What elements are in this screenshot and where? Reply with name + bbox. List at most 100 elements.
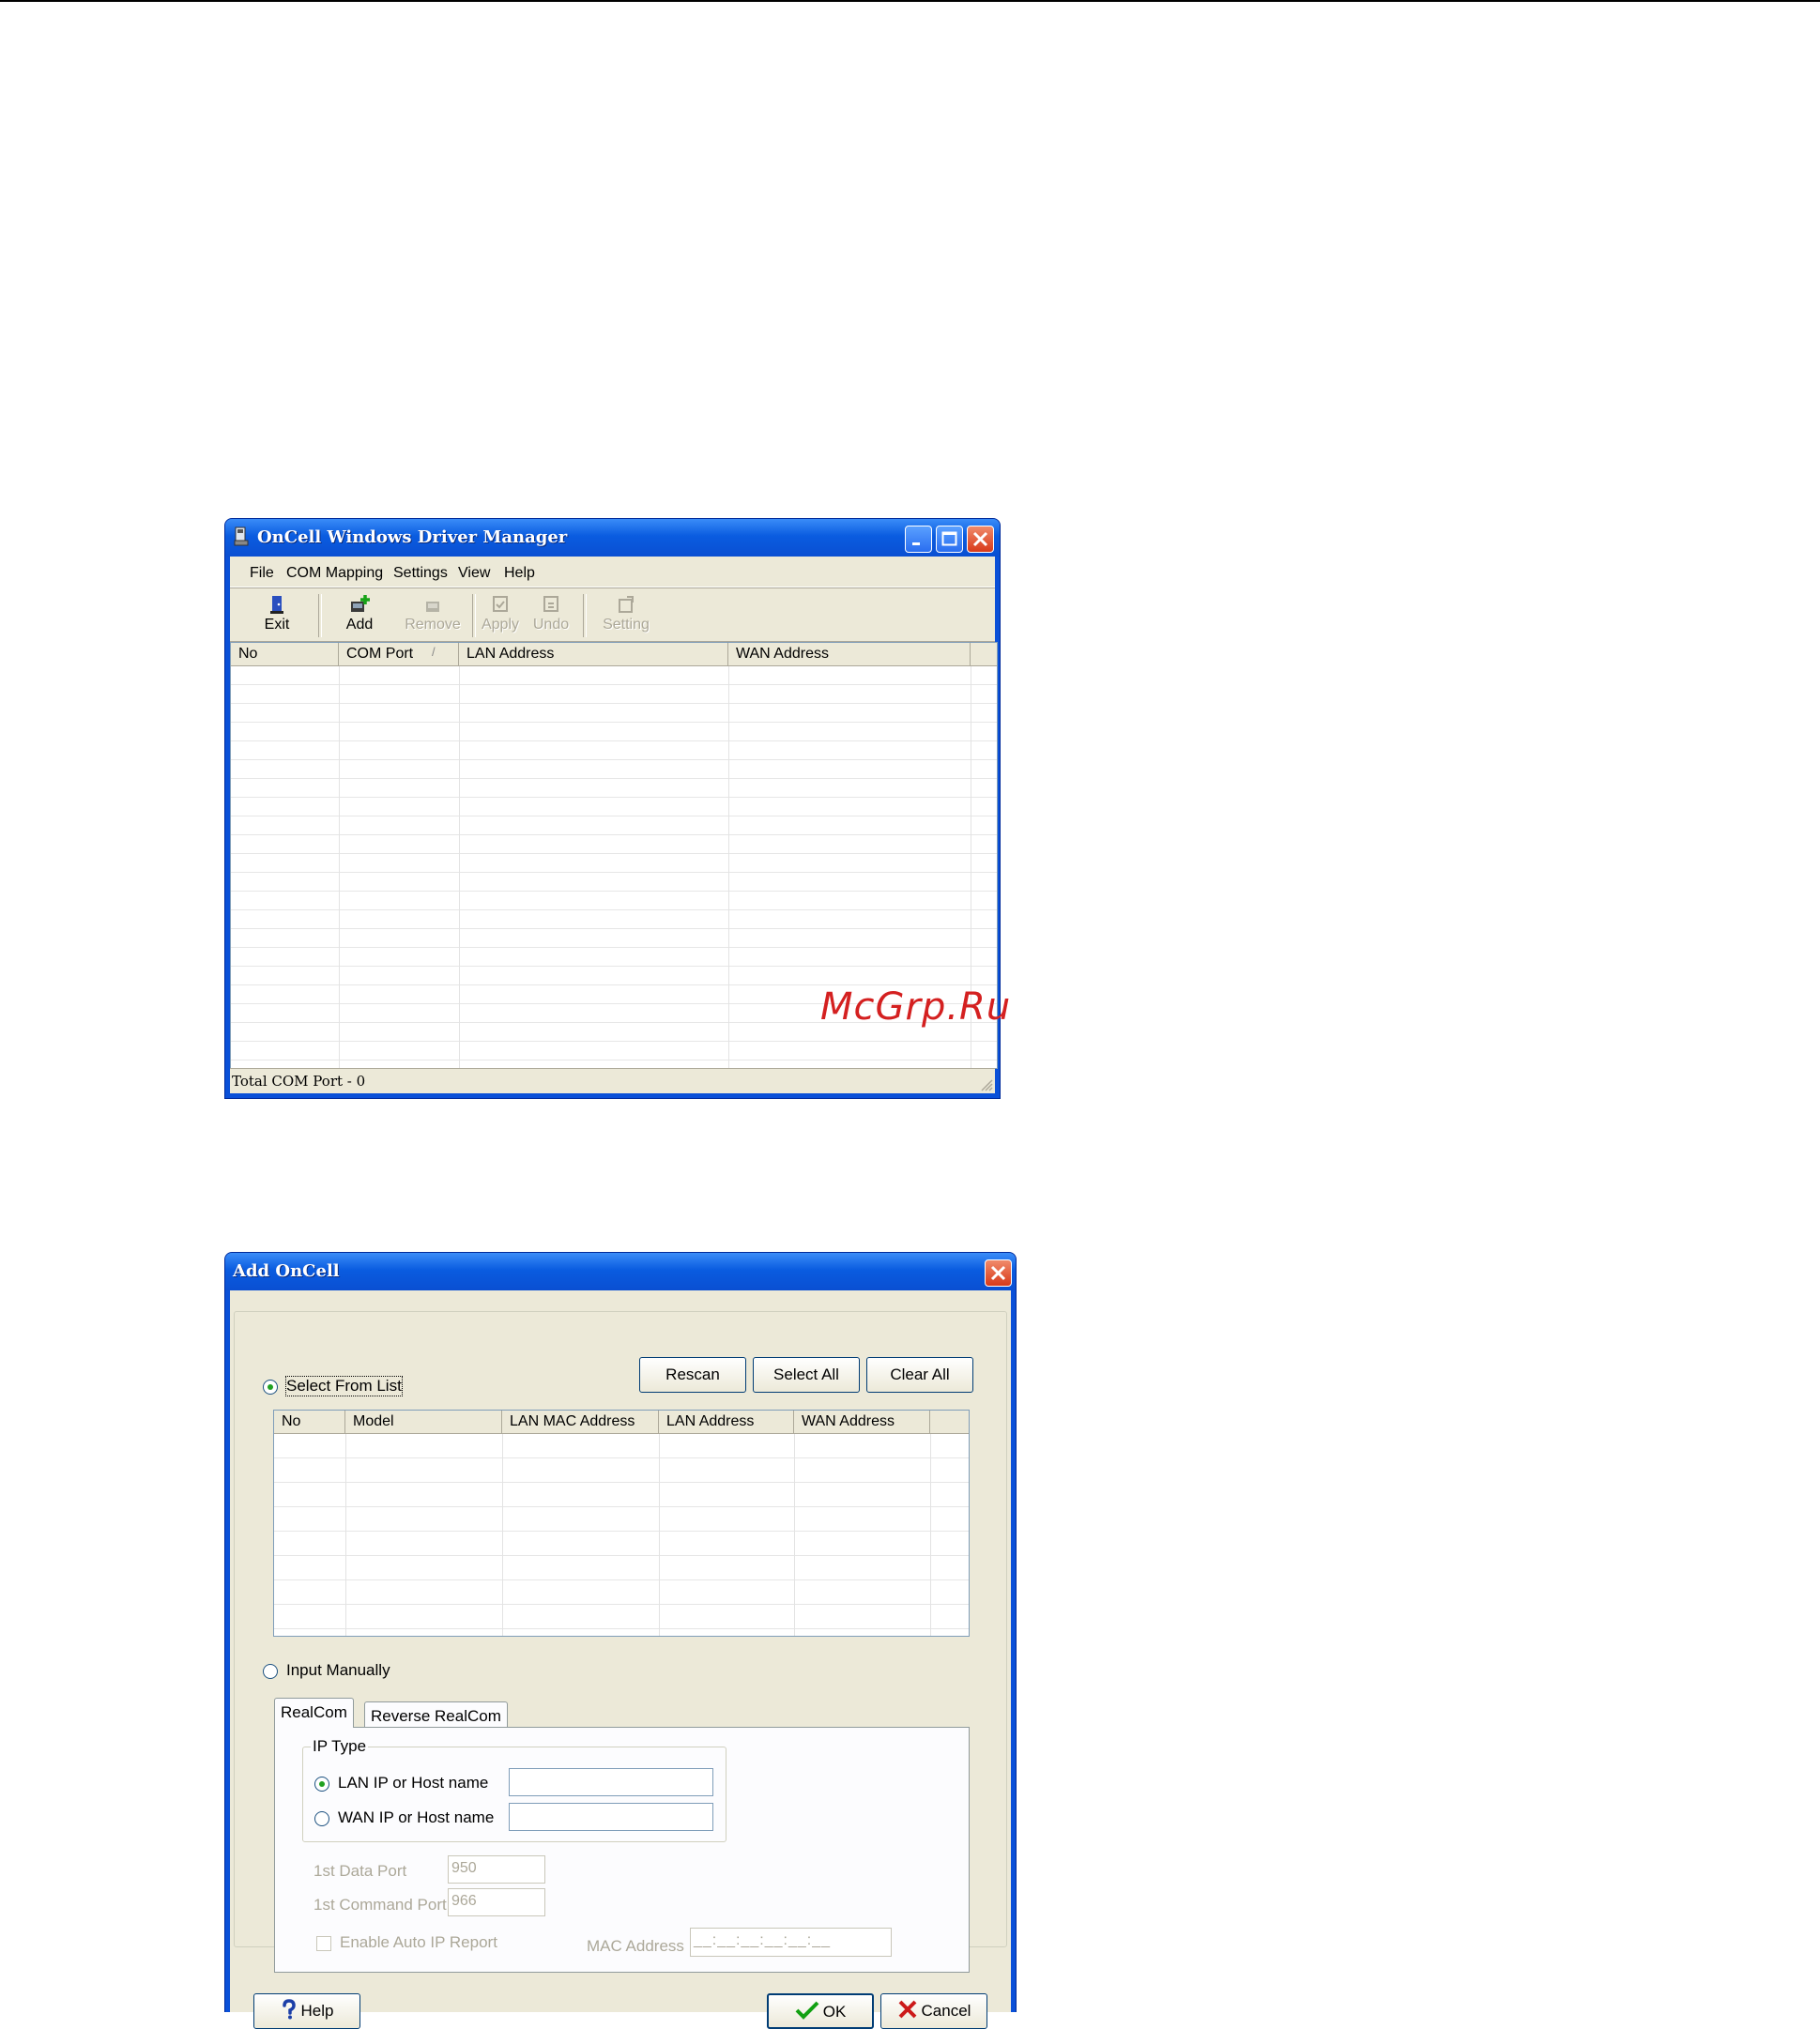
wan-ip-input[interactable] bbox=[509, 1803, 713, 1831]
column-header-lan-address[interactable]: LAN Address bbox=[459, 643, 728, 665]
add-device-icon bbox=[351, 595, 370, 612]
column-divider bbox=[345, 1434, 346, 1636]
wan-ip-label[interactable]: WAN IP or Host name bbox=[338, 1808, 494, 1827]
first-data-port-input[interactable]: 950 bbox=[448, 1855, 545, 1884]
minimize-icon bbox=[912, 542, 920, 545]
enable-auto-ip-report-label: Enable Auto IP Report bbox=[340, 1933, 497, 1951]
sort-indicator: / bbox=[432, 645, 436, 659]
column-header-com-port[interactable]: COM Port bbox=[339, 643, 459, 665]
select-from-list-label[interactable]: Select From List bbox=[285, 1376, 403, 1396]
apply-icon bbox=[493, 596, 508, 612]
enable-auto-ip-report-checkbox[interactable] bbox=[316, 1936, 331, 1951]
select-all-button[interactable]: Select All bbox=[753, 1357, 860, 1393]
window-title: OnCell Windows Driver Manager bbox=[257, 527, 568, 547]
toolbar-separator bbox=[318, 594, 322, 637]
undo-label: Undo bbox=[532, 617, 570, 633]
add-button[interactable]: Add bbox=[341, 590, 378, 639]
title-bar[interactable]: OnCell Windows Driver Manager bbox=[225, 519, 1000, 557]
menu-settings[interactable]: Settings bbox=[393, 565, 448, 582]
column-header-no[interactable]: No bbox=[231, 643, 339, 665]
menu-bar: File COM Mapping Settings View Help bbox=[230, 557, 995, 587]
input-manually-radio[interactable] bbox=[263, 1664, 278, 1679]
toolbar-separator bbox=[472, 594, 476, 637]
column-header-lan-mac-address[interactable]: LAN MAC Address bbox=[502, 1411, 659, 1433]
toolbar-separator bbox=[583, 594, 587, 637]
help-label: Help bbox=[300, 2002, 334, 2020]
dialog-client-area: Select From List Rescan Select All Clear… bbox=[230, 1290, 1011, 2029]
realcom-tab-panel: IP Type LAN IP or Host name WAN IP or Ho… bbox=[274, 1727, 970, 1973]
setting-button[interactable]: Setting bbox=[598, 590, 654, 639]
column-header-no[interactable]: No bbox=[274, 1411, 345, 1433]
exit-button[interactable]: Exit bbox=[258, 590, 296, 639]
device-list-header: No Model LAN MAC Address LAN Address WAN… bbox=[274, 1411, 969, 1434]
undo-button[interactable]: Undo bbox=[530, 590, 572, 639]
column-header-model[interactable]: Model bbox=[345, 1411, 502, 1433]
first-command-port-input[interactable]: 966 bbox=[448, 1888, 545, 1916]
add-oncell-dialog: Add OnCell Select From List Rescan Selec… bbox=[224, 1252, 1017, 2029]
top-rule bbox=[0, 0, 1820, 2]
undo-icon bbox=[543, 596, 558, 612]
apply-button[interactable]: Apply bbox=[480, 590, 521, 639]
close-button[interactable] bbox=[967, 526, 994, 553]
remove-button[interactable]: Remove bbox=[403, 590, 463, 639]
dialog-title-bar[interactable]: Add OnCell bbox=[225, 1253, 1016, 1290]
menu-help[interactable]: Help bbox=[504, 565, 535, 582]
help-question-icon bbox=[282, 1999, 296, 2020]
lan-ip-label[interactable]: LAN IP or Host name bbox=[338, 1774, 488, 1793]
lan-ip-input[interactable] bbox=[509, 1768, 713, 1796]
list-header: No COM Port / LAN Address WAN Address bbox=[231, 643, 997, 666]
status-bar: Total COM Port - 0 bbox=[230, 1068, 995, 1093]
cancel-x-icon bbox=[898, 2000, 916, 2019]
column-divider bbox=[659, 1434, 660, 1636]
column-divider bbox=[930, 1434, 931, 1636]
ip-type-group: IP Type LAN IP or Host name WAN IP or Ho… bbox=[302, 1737, 726, 1842]
cancel-button[interactable]: Cancel bbox=[880, 1993, 987, 2029]
exit-label: Exit bbox=[264, 617, 290, 633]
oncell-device-list[interactable]: No Model LAN MAC Address LAN Address WAN… bbox=[273, 1410, 970, 1637]
watermark-text: McGrp.Ru bbox=[820, 985, 1012, 1029]
resize-grip-icon[interactable] bbox=[978, 1076, 993, 1091]
tab-realcom[interactable]: RealCom bbox=[274, 1698, 354, 1728]
add-label: Add bbox=[345, 617, 374, 633]
mac-address-label: MAC Address bbox=[587, 1937, 684, 1955]
lan-ip-radio[interactable] bbox=[314, 1777, 329, 1792]
ok-checkmark-icon bbox=[795, 2001, 819, 2020]
remove-label: Remove bbox=[405, 617, 461, 633]
menu-view[interactable]: View bbox=[458, 565, 490, 582]
input-manually-label[interactable]: Input Manually bbox=[286, 1661, 390, 1680]
maximize-button[interactable] bbox=[936, 526, 963, 553]
column-header-wan-address[interactable]: WAN Address bbox=[794, 1411, 930, 1433]
close-icon bbox=[972, 531, 988, 547]
ok-button[interactable]: OK bbox=[767, 1993, 874, 2029]
mac-address-input[interactable]: __:__:__:__:__:__ bbox=[690, 1928, 892, 1957]
device-list-body bbox=[274, 1434, 969, 1636]
app-icon bbox=[234, 526, 249, 546]
setting-label: Setting bbox=[603, 617, 650, 633]
column-header-lan-address[interactable]: LAN Address bbox=[659, 1411, 794, 1433]
maximize-icon bbox=[941, 531, 957, 546]
wan-ip-radio[interactable] bbox=[314, 1811, 329, 1826]
column-divider bbox=[794, 1434, 795, 1636]
tab-reverse-realcom[interactable]: Reverse RealCom bbox=[364, 1701, 508, 1730]
apply-label: Apply bbox=[481, 617, 520, 633]
column-divider bbox=[502, 1434, 503, 1636]
menu-file[interactable]: File bbox=[250, 565, 274, 582]
close-icon bbox=[990, 1265, 1006, 1281]
minimize-button[interactable] bbox=[905, 526, 932, 553]
setting-icon bbox=[619, 596, 634, 613]
first-data-port-label: 1st Data Port bbox=[314, 1862, 407, 1880]
exit-door-icon bbox=[270, 596, 283, 614]
rescan-button[interactable]: Rescan bbox=[639, 1357, 746, 1393]
column-header-wan-address[interactable]: WAN Address bbox=[728, 643, 971, 665]
select-from-list-radio[interactable] bbox=[263, 1380, 278, 1395]
remove-device-icon bbox=[426, 602, 439, 612]
first-command-port-label: 1st Command Port bbox=[314, 1896, 447, 1914]
clear-all-button[interactable]: Clear All bbox=[866, 1357, 973, 1393]
help-button[interactable]: Help bbox=[253, 1993, 360, 2029]
menu-com-mapping[interactable]: COM Mapping bbox=[286, 565, 383, 582]
column-divider bbox=[728, 666, 729, 1068]
dialog-close-button[interactable] bbox=[985, 1259, 1012, 1287]
dialog-title: Add OnCell bbox=[233, 1261, 340, 1281]
column-divider bbox=[459, 666, 460, 1068]
ip-type-title: IP Type bbox=[311, 1737, 369, 1756]
